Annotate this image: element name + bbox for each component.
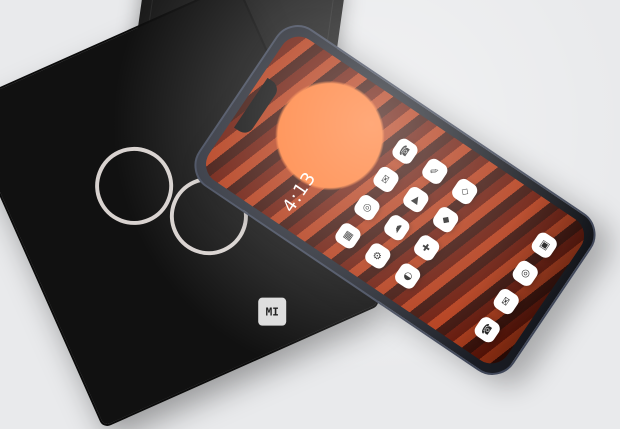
phone-time: 4:13 [278,167,321,217]
app-glyph: ▦ [340,228,356,243]
app-glyph: ⚙ [370,249,385,263]
app-icon[interactable]: ✉ [370,164,402,195]
app-icon[interactable]: ☎ [389,135,421,167]
app-glyph: ☎ [479,321,496,338]
app-glyph: ◎ [359,200,374,215]
app-glyph: ▣ [537,238,552,253]
app-glyph: ✚ [419,241,434,255]
app-icon[interactable]: ✎ [419,156,451,187]
app-glyph: ✉ [379,172,393,186]
app-glyph: ◐ [400,269,415,283]
app-icon[interactable]: ◎ [351,192,383,223]
app-icon[interactable]: ◆ [430,204,461,235]
brand-logo-text: MI [265,305,279,319]
brand-logo: MI [258,297,287,326]
app-glyph: ◎ [518,266,533,281]
app-glyph: ✎ [427,164,442,178]
app-glyph: ☎ [396,142,414,160]
app-glyph: ◆ [438,213,453,226]
app-icon[interactable]: ✚ [411,232,442,264]
app-icon[interactable]: ◇ [449,176,480,207]
app-glyph: ◇ [457,185,472,198]
app-glyph: ✉ [499,295,514,309]
product-photo-scene: MI 4:13 ▦ ◎ ✉ ☎ ⚙ ☁ ▶ ✎ ◐ ✚ ◆ ◇ ☎ ✉ ◎ ▣ [0,0,620,429]
app-icon[interactable]: ☁ [381,212,413,244]
app-glyph: ▶ [409,193,423,206]
app-icon[interactable]: ▦ [332,220,364,252]
app-icon[interactable]: ▶ [400,184,432,215]
app-glyph: ☁ [389,220,405,235]
app-icon[interactable]: ⚙ [362,240,394,272]
app-icon[interactable]: ◐ [392,260,423,292]
